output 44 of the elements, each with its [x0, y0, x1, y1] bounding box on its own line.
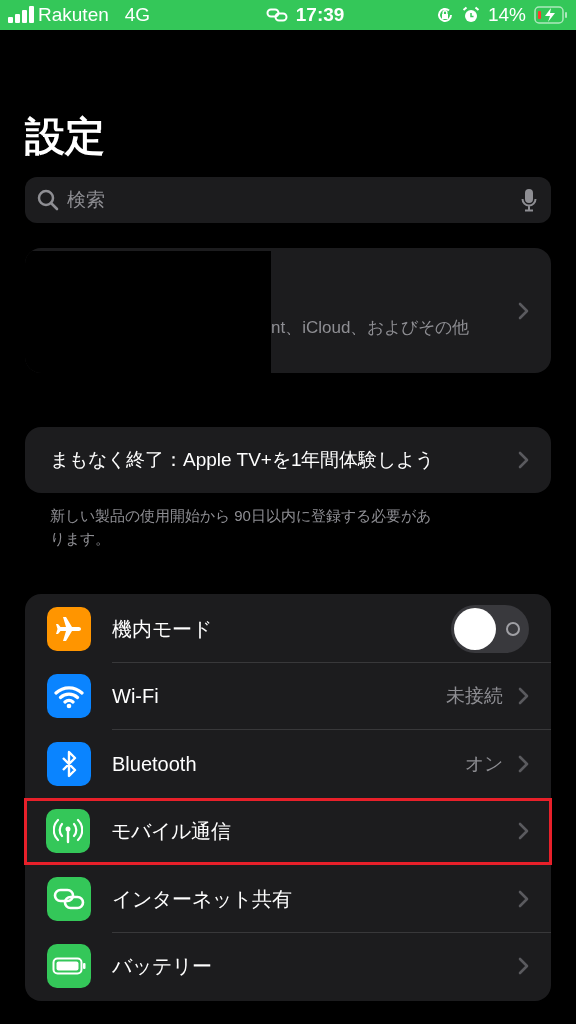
battery-charging-icon [534, 6, 568, 24]
chevron-icon [518, 301, 529, 320]
promo-label: まもなく終了：Apple TV+を1年間体験しよう [50, 447, 436, 472]
search-field[interactable]: 検索 [25, 177, 551, 223]
settings-row[interactable]: 機内モード [25, 595, 551, 663]
bluetooth-icon [60, 748, 78, 779]
wifi-icon [54, 683, 84, 710]
setting-value: 未接続 [446, 684, 503, 708]
chevron-icon [518, 451, 529, 469]
account-subtitle: nt、iCloud、およびその他 [271, 316, 470, 339]
settings-row[interactable]: インターネット共有 [25, 865, 551, 933]
chevron-icon [518, 687, 529, 706]
setting-label: モバイル通信 [111, 819, 232, 845]
setting-label: インターネット共有 [112, 886, 293, 912]
battery-icon [52, 957, 86, 976]
carrier-name: Rakuten [38, 2, 109, 27]
promo-note: 新しい製品の使用開始から 90日以内に登録する必要があります。 [49, 506, 432, 549]
microphone-icon[interactable] [521, 188, 537, 212]
setting-label: 機内モード [112, 616, 213, 642]
setting-label: Wi-Fi [112, 684, 160, 710]
setting-value: オン [465, 751, 503, 776]
settings-row[interactable]: モバイル通信 [24, 797, 552, 865]
chevron-icon [518, 957, 529, 976]
signal-icon [8, 5, 34, 25]
clock-time: 17:39 [295, 2, 345, 27]
settings-row[interactable]: バッテリー [25, 932, 551, 1000]
settings-row[interactable]: Bluetooth オン [25, 730, 551, 798]
settings-row[interactable]: Wi-Fi 未接続 [25, 662, 551, 730]
account-card[interactable]: nt、iCloud、およびその他 [25, 248, 551, 373]
rotation-lock-icon [435, 6, 454, 24]
page-title: 設定 [25, 113, 106, 160]
setting-label: Bluetooth [112, 751, 198, 777]
chain-link-icon [53, 887, 85, 910]
search-icon [37, 189, 59, 211]
setting-label: バッテリー [112, 954, 213, 980]
toggle-switch[interactable] [451, 604, 529, 653]
chevron-icon [518, 889, 529, 908]
chevron-icon [518, 822, 529, 841]
alarm-icon [461, 6, 480, 24]
battery-percentage: 14% [487, 2, 526, 27]
promo-row[interactable]: まもなく終了：Apple TV+を1年間体験しよう [25, 427, 551, 493]
link-icon [265, 8, 288, 22]
network-type: 4G [124, 2, 151, 27]
chevron-icon [518, 754, 529, 773]
